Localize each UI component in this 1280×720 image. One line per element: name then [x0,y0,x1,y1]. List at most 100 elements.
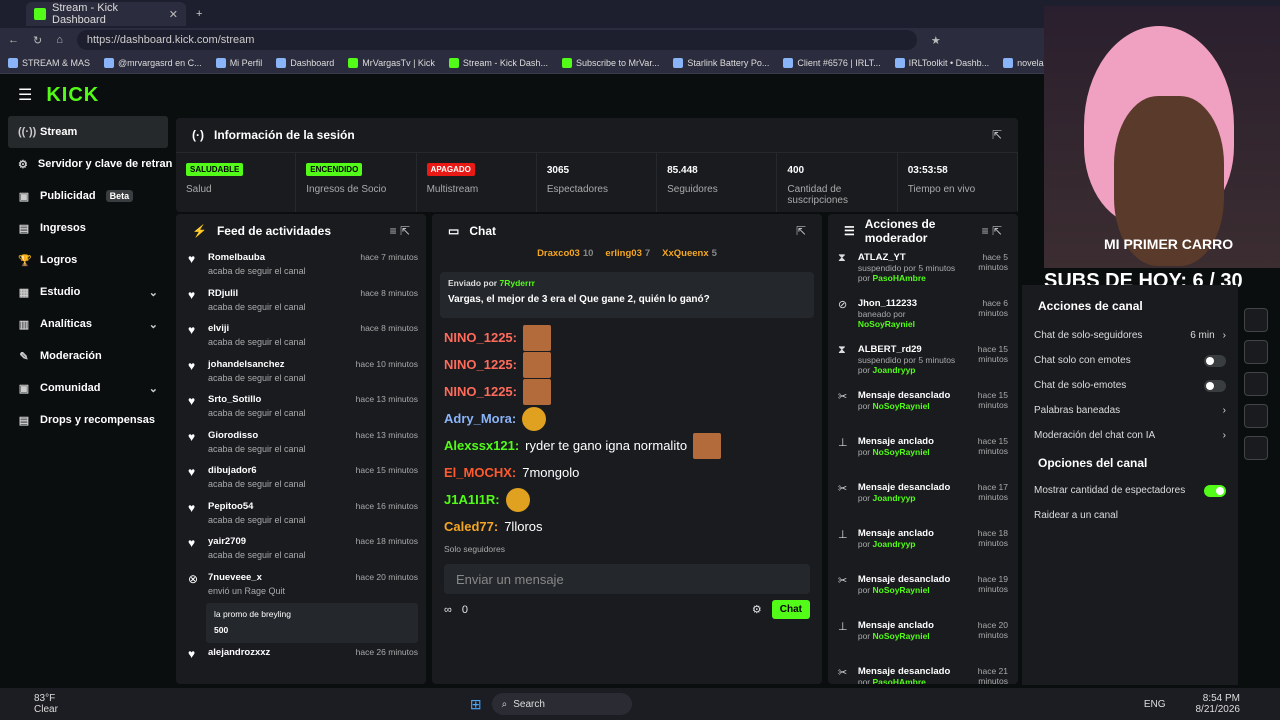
chat-username[interactable]: J1A1I1R: [444,492,500,507]
language-indicator[interactable]: ENG [1144,699,1166,710]
feed-username[interactable]: 7nueveee_x [208,572,285,583]
moderator-name[interactable]: NoSoyRayniel [873,447,930,457]
moderator-name[interactable]: PasoHAmbre [873,273,926,283]
moderator-name[interactable]: Joandryyp [873,365,916,375]
close-tab-icon[interactable]: ✕ [169,8,178,21]
tool-mod-icon[interactable] [1244,436,1268,460]
message-input[interactable]: Enviar un mensaje [444,564,810,594]
channel-setting-row[interactable]: Chat de solo-emotes [1022,373,1238,398]
mod-target[interactable]: ATLAZ_YT [858,252,957,263]
sidebar-item-comunidad[interactable]: ▣ Comunidad ⌄ [0,372,172,404]
bookmark-item[interactable]: Dashboard [276,57,334,68]
tool-media-icon[interactable] [1244,372,1268,396]
star-icon[interactable]: ★ [931,34,941,47]
send-chat-button[interactable]: Chat [771,600,810,619]
mod-target[interactable]: Mensaje desanclado [858,666,957,677]
moderator-name[interactable]: Joandryyp [873,539,916,549]
sidebar-item-moderación[interactable]: ✎ Moderación [0,340,172,372]
channel-option-row[interactable]: Mostrar cantidad de espectadores [1022,478,1238,503]
settings-icon[interactable]: ⚙ [752,603,762,616]
bookmark-item[interactable]: IRLToolkit • Dashb... [894,57,989,68]
chat-username[interactable]: NINO_1225: [444,357,517,372]
sidebar-item-ingresos[interactable]: ▤ Ingresos [0,212,172,244]
bookmark-item[interactable]: Client #6576 | IRLT... [783,57,881,68]
tool-stream-icon[interactable] [1244,340,1268,364]
channel-setting-row[interactable]: Palabras baneadas › [1022,398,1238,423]
url-field[interactable]: https://dashboard.kick.com/stream [76,30,917,50]
toggle-switch[interactable] [1204,354,1226,367]
mod-target[interactable]: Mensaje desanclado [858,390,957,401]
mod-target[interactable]: Mensaje anclado [858,528,957,539]
feed-username[interactable]: johandelsanchez [208,359,306,370]
mod-target[interactable]: Mensaje desanclado [858,482,957,493]
chevron-down-icon[interactable]: ⌄ [149,318,158,331]
moderator-name[interactable]: NoSoyRayniel [873,631,930,641]
sidebar-item-drops[interactable]: ▤ Drops y recompensas [0,404,172,436]
pinned-user[interactable]: 7Ryderrr [500,278,535,288]
mod-target[interactable]: ALBERT_rd29 [858,344,957,355]
feed-username[interactable]: yair2709 [208,536,306,547]
toggle-switch[interactable] [1204,379,1226,392]
chat-popout-icon[interactable]: ⇱ [796,224,806,238]
top-chatter[interactable]: Draxco03 10 [537,248,593,266]
new-tab-icon[interactable]: + [196,8,202,20]
browser-tab[interactable]: Stream - Kick Dashboard ✕ [26,2,186,26]
sidebar-item-publicidad[interactable]: ▣ Publicidad Beta [0,180,172,212]
chat-username[interactable]: El_MOCHX: [444,465,516,480]
sidebar-item-servidor[interactable]: ⚙ Servidor y clave de retransmisión [0,148,172,180]
chat-username[interactable]: Adry_Mora: [444,411,516,426]
sidebar-item-estudio[interactable]: ▦ Estudio ⌄ [0,276,172,308]
chevron-down-icon[interactable]: ⌄ [149,286,158,299]
mod-target[interactable]: Mensaje desanclado [858,574,957,585]
sidebar-item-stream[interactable]: ((·)) Stream [8,116,168,148]
chevron-down-icon[interactable]: ⌄ [149,382,158,395]
moderator-name[interactable]: Joandryyp [873,493,916,503]
menu-icon[interactable]: ☰ [18,85,32,105]
sidebar-item-analíticas[interactable]: ▥ Analíticas ⌄ [0,308,172,340]
mod-target[interactable]: Jhon_112233 [858,298,957,309]
back-icon[interactable]: ← [8,34,19,46]
feed-username[interactable]: Romelbauba [208,252,306,263]
mod-target[interactable]: Mensaje anclado [858,620,957,631]
kick-logo[interactable]: KICK [46,84,99,107]
moderator-name[interactable]: NoSoyRayniel [873,401,930,411]
feed-username[interactable]: Srto_Sotillo [208,394,306,405]
channel-setting-row[interactable]: Chat solo con emotes [1022,348,1238,373]
chat-username[interactable]: Alexssx121: [444,438,519,453]
filter-icon[interactable]: ≡ ⇱ [390,224,410,238]
feed-username[interactable]: Pepitoo54 [208,501,306,512]
moderator-name[interactable]: PasoHAmbre [873,677,926,684]
moderator-name[interactable]: NoSoyRayniel [858,319,915,329]
feed-username[interactable]: RDjulil [208,288,306,299]
chat-username[interactable]: NINO_1225: [444,384,517,399]
sidebar-item-logros[interactable]: 🏆 Logros [0,244,172,276]
windows-icon[interactable]: ⊞ [470,696,482,713]
channel-setting-row[interactable]: Moderación del chat con IA › [1022,423,1238,448]
top-chatter[interactable]: erling03 7 [605,248,650,266]
top-chatter[interactable]: XxQueenx 5 [662,248,717,266]
feed-username[interactable]: elviji [208,323,306,334]
tool-wrench-icon[interactable] [1244,404,1268,428]
mod-popout-icon[interactable]: ≡ ⇱ [982,224,1002,238]
reload-icon[interactable]: ↻ [33,34,42,47]
home-icon[interactable]: ⌂ [56,34,63,46]
channel-option-row[interactable]: Raidear a un canal [1022,503,1238,528]
feed-username[interactable]: Giorodisso [208,430,306,441]
bookmark-item[interactable]: Stream - Kick Dash... [448,57,548,68]
tool-chat-icon[interactable] [1244,308,1268,332]
bookmark-item[interactable]: @mrvargasrd en C... [104,57,202,68]
bookmark-item[interactable]: Mi Perfil [215,57,262,68]
bookmark-item[interactable]: MrVargasTv | Kick [348,57,435,68]
popout-icon[interactable]: ⇱ [992,128,1002,142]
chat-username[interactable]: Caled77: [444,519,498,534]
bookmark-item[interactable]: STREAM & MAS [8,57,90,68]
moderator-name[interactable]: NoSoyRayniel [873,585,930,595]
feed-username[interactable]: dibujador6 [208,465,306,476]
bookmark-item[interactable]: Starlink Battery Po... [673,57,769,68]
toggle-switch[interactable] [1204,484,1226,497]
chat-username[interactable]: NINO_1225: [444,330,517,345]
bookmark-item[interactable]: Subscribe to MrVar... [561,57,659,68]
taskbar-search[interactable]: ⌕ Search [491,693,632,715]
feed-username[interactable]: alejandrozxxz [208,647,270,675]
channel-setting-row[interactable]: Chat de solo-seguidores 6 min › [1022,323,1238,348]
